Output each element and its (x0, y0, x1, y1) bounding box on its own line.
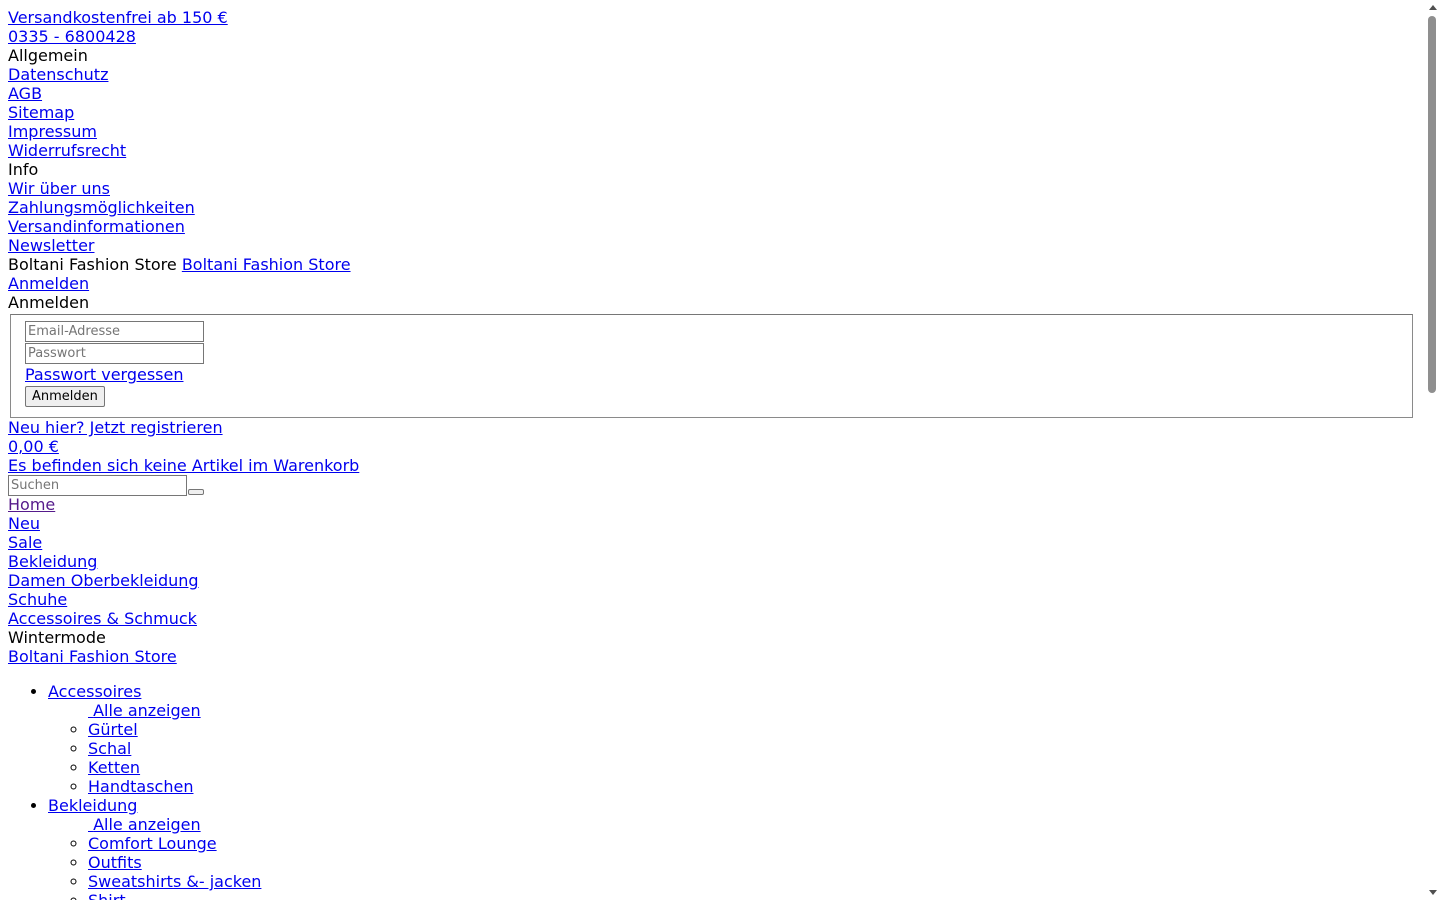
link-datenschutz[interactable]: Datenschutz (8, 65, 1425, 84)
submenu-link-sweatshirts[interactable]: Sweatshirts &- jacken (88, 872, 261, 891)
menu-category: Accessoires Alle anzeigen Gürtel Schal K… (48, 682, 1425, 796)
submenu-item: Outfits (88, 853, 1425, 872)
menu-category-bekleidung[interactable]: Bekleidung (48, 796, 137, 815)
submenu-item: Shirt (88, 891, 1425, 900)
login-submit-button[interactable]: Anmelden (25, 386, 105, 407)
menu-category-accessoires[interactable]: Accessoires (48, 682, 141, 701)
brand-row: Boltani Fashion Store Boltani Fashion St… (8, 255, 1425, 274)
vertical-scrollbar[interactable] (1425, 0, 1440, 900)
submenu-item: Sweatshirts &- jacken (88, 872, 1425, 891)
submenu-item: Gürtel (88, 720, 1425, 739)
link-widerrufsrecht[interactable]: Widerrufsrecht (8, 141, 1425, 160)
submenu-link-guertel[interactable]: Gürtel (88, 720, 138, 739)
link-shipping-info[interactable]: Versandinformationen (8, 217, 1425, 236)
phone-link[interactable]: 0335 - 6800428 (8, 27, 1425, 46)
nav-item-sale[interactable]: Sale (8, 533, 1425, 552)
submenu-item: Schal (88, 739, 1425, 758)
submenu-link-show-all[interactable]: Alle anzeigen (88, 815, 201, 834)
cart-empty-link[interactable]: Es befinden sich keine Artikel im Warenk… (8, 456, 1425, 475)
submenu-item: Alle anzeigen (88, 815, 1425, 834)
nav-item-neu[interactable]: Neu (8, 514, 1425, 533)
scroll-down-arrow-icon[interactable] (1429, 890, 1437, 895)
category-menu: Accessoires Alle anzeigen Gürtel Schal K… (8, 682, 1425, 900)
nav-item-schuhe[interactable]: Schuhe (8, 590, 1425, 609)
scroll-up-arrow-icon[interactable] (1429, 5, 1437, 10)
email-field[interactable] (25, 321, 204, 342)
nav-item-bekleidung[interactable]: Bekleidung (8, 552, 1425, 571)
login-link[interactable]: Anmelden (8, 274, 1425, 293)
free-shipping-link[interactable]: Versandkostenfrei ab 150 € (8, 8, 1425, 27)
submenu-link-outfits[interactable]: Outfits (88, 853, 142, 872)
brand-logo-link[interactable]: Boltani Fashion Store (182, 255, 351, 274)
submenu-item: Alle anzeigen (88, 701, 1425, 720)
submenu-link-schal[interactable]: Schal (88, 739, 131, 758)
login-legend: Anmelden (8, 293, 90, 312)
nav-item-wintermode: Wintermode (8, 628, 106, 647)
link-about-us[interactable]: Wir über uns (8, 179, 1425, 198)
brand-name: Boltani Fashion Store (8, 255, 177, 274)
link-sitemap[interactable]: Sitemap (8, 103, 1425, 122)
submenu-link-shirt[interactable]: Shirt (88, 891, 126, 900)
link-payment-options[interactable]: Zahlungsmöglichkeiten (8, 198, 1425, 217)
forgot-password-link[interactable]: Passwort vergessen (25, 365, 1400, 384)
submenu-item: Comfort Lounge (88, 834, 1425, 853)
brand-logo-alt: Boltani Fashion Store (181, 255, 351, 274)
mobile-logo-link[interactable]: Boltani Fashion Store (8, 647, 177, 666)
submenu-bekleidung: Alle anzeigen Comfort Lounge Outfits Swe… (48, 815, 1425, 900)
submenu-accessoires: Alle anzeigen Gürtel Schal Ketten Handta… (48, 701, 1425, 796)
general-heading: Allgemein (8, 46, 88, 65)
nav-item-home[interactable]: Home (8, 495, 1425, 514)
search-button[interactable] (188, 489, 204, 495)
link-agb[interactable]: AGB (8, 84, 1425, 103)
scrollbar-thumb[interactable] (1428, 16, 1436, 393)
submenu-link-ketten[interactable]: Ketten (88, 758, 140, 777)
password-field[interactable] (25, 343, 204, 364)
submenu-link-show-all[interactable]: Alle anzeigen (88, 701, 201, 720)
search-input[interactable] (8, 475, 187, 496)
info-heading: Info (8, 160, 39, 179)
link-impressum[interactable]: Impressum (8, 122, 1425, 141)
search-bar (8, 475, 1425, 496)
submenu-link-handtaschen[interactable]: Handtaschen (88, 777, 193, 796)
page: Versandkostenfrei ab 150 € 0335 - 680042… (0, 0, 1425, 900)
submenu-link-comfort-lounge[interactable]: Comfort Lounge (88, 834, 217, 853)
nav-item-damen-oberbekleidung[interactable]: Damen Oberbekleidung (8, 571, 1425, 590)
submenu-item: Handtaschen (88, 777, 1425, 796)
submenu-item: Ketten (88, 758, 1425, 777)
link-newsletter[interactable]: Newsletter (8, 236, 1425, 255)
mobile-logo-alt: Boltani Fashion Store (8, 647, 177, 666)
menu-category: Bekleidung Alle anzeigen Comfort Lounge … (48, 796, 1425, 900)
cart-total-link[interactable]: 0,00 € (8, 437, 1425, 456)
register-link[interactable]: Neu hier? Jetzt registrieren (8, 418, 1425, 437)
login-form: Passwort vergessen Anmelden (10, 314, 1413, 418)
nav-item-accessoires-schmuck[interactable]: Accessoires & Schmuck (8, 609, 1425, 628)
